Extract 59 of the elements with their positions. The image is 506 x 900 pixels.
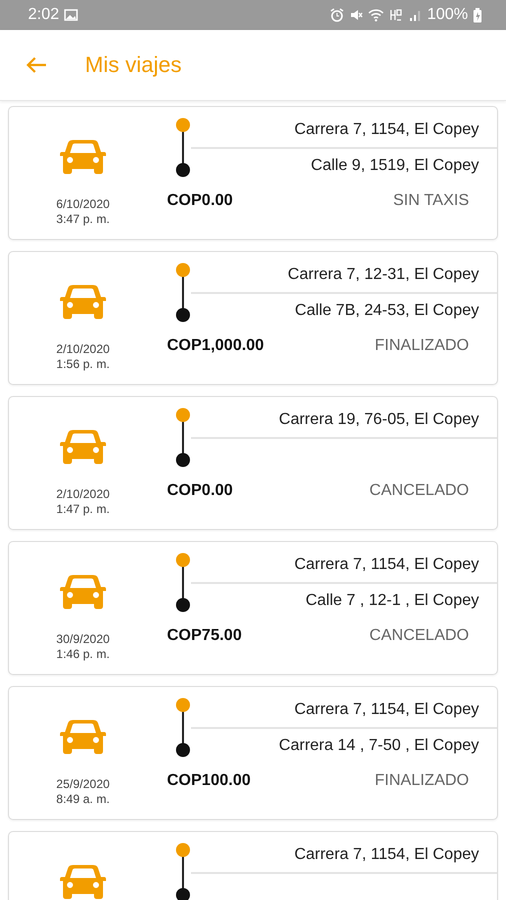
trip-date: 2/10/2020	[56, 342, 110, 357]
trip-date: 6/10/2020	[56, 197, 110, 212]
trip-status: FINALIZADO	[374, 772, 469, 790]
trip-time: 1:47 p. m.	[56, 502, 110, 517]
car-icon	[59, 429, 107, 465]
car-icon	[59, 284, 107, 320]
destination-address: Calle 7 , 12-1 , El Copey	[306, 592, 479, 610]
route-line-icon	[175, 553, 191, 613]
signal-icon	[408, 8, 422, 22]
trip-price: COP0.00	[167, 192, 233, 210]
back-arrow-icon	[25, 56, 47, 74]
origin-address: Carrera 7, 1154, El Copey	[294, 846, 479, 864]
trip-date: 25/9/2020	[56, 777, 110, 792]
battery-icon	[473, 8, 482, 22]
trip-status: CANCELADO	[369, 627, 469, 645]
trip-time: 1:56 p. m.	[56, 357, 110, 372]
car-icon	[59, 864, 107, 900]
image-icon	[64, 9, 78, 21]
mute-icon	[349, 8, 364, 22]
trip-status: SIN TAXIS	[393, 192, 469, 210]
trip-date: 2/10/2020	[56, 487, 110, 502]
trip-card[interactable]: 2/10/2020 1:47 p. m. Carrera 19, 76-05, El Copey COP0.00 CANCELADO	[8, 396, 498, 530]
trip-time: 8:49 a. m.	[56, 792, 110, 807]
trip-price: COP100.00	[167, 772, 251, 790]
route-line-icon	[175, 408, 191, 468]
destination-address: Carrera 14 , 7-50 , El Copey	[278, 737, 479, 755]
trip-price: COP75.00	[167, 627, 242, 645]
screen-title: Mis viajes	[85, 52, 182, 78]
trip-status: CANCELADO	[369, 482, 469, 500]
origin-address: Carrera 19, 76-05, El Copey	[278, 411, 479, 429]
car-icon	[59, 139, 107, 175]
trip-card[interactable]: 25/9/2020 8:49 a. m. Carrera 7, 1154, El Copey Carrera 14 , 7-50 , El Copey COP100.00 FINALIZADO	[8, 686, 498, 820]
battery-level: 100%	[427, 6, 468, 24]
trip-status: FINALIZADO	[374, 337, 469, 355]
origin-address: Carrera 7, 12-31, El Copey	[288, 266, 479, 284]
alarm-icon	[330, 8, 344, 22]
trip-date: 30/9/2020	[56, 632, 110, 647]
trip-card[interactable]: Carrera 7, 1154, El Copey	[8, 831, 498, 900]
trip-price: COP0.00	[167, 482, 233, 500]
clock: 2:02	[28, 6, 60, 24]
route-line-icon	[175, 698, 191, 758]
trip-time: 1:46 p. m.	[56, 647, 110, 662]
trip-card[interactable]: 30/9/2020 1:46 p. m. Carrera 7, 1154, El Copey Calle 7 , 12-1 , El Copey COP75.00 CANCELADO	[8, 541, 498, 675]
origin-address: Carrera 7, 1154, El Copey	[294, 556, 479, 574]
trip-time: 3:47 p. m.	[56, 212, 110, 227]
trip-card[interactable]: 2/10/2020 1:56 p. m. Carrera 7, 12-31, El Copey Calle 7B, 24-53, El Copey COP1,000.00 FINALIZADO	[8, 251, 498, 385]
route-line-icon	[175, 118, 191, 178]
route-line-icon	[175, 263, 191, 323]
destination-address: Calle 9, 1519, El Copey	[310, 157, 479, 175]
wifi-icon	[368, 8, 384, 22]
route-line-icon	[175, 843, 191, 900]
car-icon	[59, 719, 107, 755]
trip-price: COP1,000.00	[167, 337, 264, 355]
trip-card[interactable]: 6/10/2020 3:47 p. m. Carrera 7, 1154, El Copey Calle 9, 1519, El Copey COP0.00 SIN TAXIS	[8, 106, 498, 240]
origin-address: Carrera 7, 1154, El Copey	[294, 701, 479, 719]
network-icon	[389, 8, 404, 22]
car-icon	[59, 574, 107, 610]
destination-address: Calle 7B, 24-53, El Copey	[294, 302, 479, 320]
origin-address: Carrera 7, 1154, El Copey	[294, 121, 479, 139]
